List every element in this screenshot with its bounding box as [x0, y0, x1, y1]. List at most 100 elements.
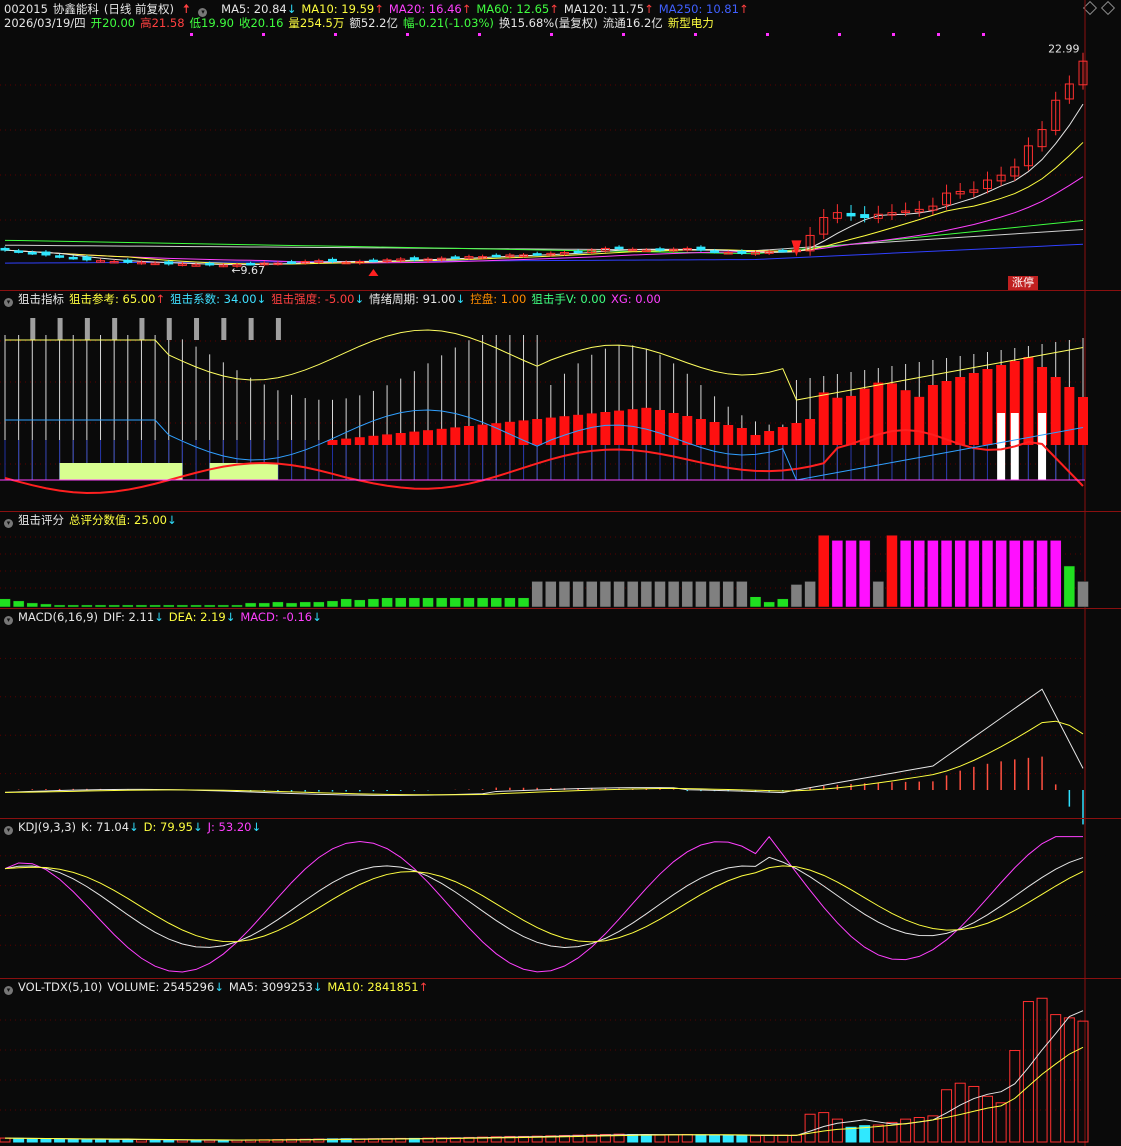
quote-date: 2026/03/19/四: [4, 16, 86, 30]
score-bar: [422, 597, 434, 608]
score-bar: [777, 598, 789, 608]
volume-bar: [668, 1134, 680, 1143]
panel-name[interactable]: KDJ(9,3,3): [18, 820, 76, 834]
score-bar: [12, 600, 25, 608]
arrow-up-icon: ↑: [155, 292, 166, 306]
candle-body: [14, 250, 24, 253]
volume-bar: [81, 1138, 93, 1143]
candle-body: [710, 250, 720, 253]
candle-body: [327, 258, 337, 262]
panel-separator: [0, 608, 1121, 609]
panel-toggle-icon[interactable]: ▾: [4, 616, 13, 625]
sniper-red-bar: [600, 412, 611, 445]
settings-toggle-icon[interactable]: ▾: [198, 2, 212, 17]
panels.sniper.items-legend-item: 情绪周期: 91.00↓: [369, 292, 466, 306]
panel-label-macd: ▾ MACD(6,16,9) DIF: 2.11↓ DEA: 2.19↓ MACD: -…: [4, 610, 332, 625]
sniper-red-bar: [859, 388, 870, 445]
score-bar: [1009, 540, 1021, 608]
score-bar: [913, 540, 926, 608]
volume-bar: [640, 1134, 652, 1143]
sniper-red-bar: [1064, 387, 1075, 445]
volume-bar: [709, 1134, 721, 1143]
score-bar: [435, 597, 448, 608]
panel-toggle-icon[interactable]: ▾: [4, 826, 13, 835]
sniper-red-bar: [682, 416, 693, 445]
arrow-down-icon: ↓: [286, 2, 297, 16]
signal-dot: [478, 33, 481, 36]
quote-volume: 量254.5万: [288, 16, 345, 30]
period-label[interactable]: (日线 前复权): [104, 2, 174, 16]
score-bar: [367, 598, 380, 608]
sniper-red-bar: [586, 413, 597, 445]
sniper-red-bar: [900, 390, 911, 445]
sniper-red-bar: [368, 435, 379, 445]
sniper-green-block: [59, 463, 183, 480]
panel-name[interactable]: VOL-TDX(5,10): [18, 980, 102, 994]
panel-name[interactable]: 狙击指标: [18, 292, 64, 306]
panel-toggle-icon[interactable]: ▾: [4, 298, 13, 307]
candle-body: [409, 257, 419, 261]
score-bar: [667, 581, 680, 608]
panel-toggle-icon[interactable]: ▾: [4, 986, 13, 995]
sniper-red-bar: [914, 396, 925, 445]
signal-dot: [190, 33, 193, 36]
score-bar: [26, 602, 39, 608]
volume-bar: [163, 1139, 175, 1143]
candle-body: [68, 256, 78, 260]
score-bar: [804, 581, 816, 608]
score-bar: [394, 597, 407, 608]
header.ma_items-legend-item: MA60: 12.65↑: [476, 2, 559, 16]
sniper-red-bar: [504, 421, 515, 445]
arrow-down-icon: ↓: [214, 980, 224, 994]
arrow-down-icon: ↓: [312, 610, 322, 624]
score-bar: [108, 604, 120, 608]
ma-legend: MA5: 20.84↓ MA10: 19.59↑ MA20: 16.46↑ MA60:…: [221, 2, 753, 16]
sniper-red-bar: [723, 425, 734, 445]
volume-bar: [900, 1118, 912, 1143]
panels.sniper.items-legend-item: 狙击系数: 34.00↓: [170, 292, 267, 306]
candle-body: [123, 259, 133, 263]
header-row-quote: 2026/03/19/四 开20.00 高21.58 低19.90 收20.16 量254…: [4, 16, 719, 31]
signal-marker-icon: [368, 269, 379, 276]
quote-sector[interactable]: 新型电力: [668, 16, 714, 30]
quote-amount: 额52.2亿: [349, 16, 398, 30]
score-bar: [94, 604, 107, 608]
kdj-d-line: [4, 865, 1084, 943]
stock-name[interactable]: 协鑫能科: [53, 2, 99, 16]
panels.sniper.items-legend-item: 狙击参考: 65.00↑: [69, 292, 166, 306]
volume-bar: [722, 1134, 734, 1143]
arrow-down-icon: ↓: [192, 820, 203, 834]
volume-bar: [681, 1133, 693, 1143]
score-bar: [244, 602, 257, 608]
score-bar: [449, 597, 462, 608]
volume-bar: [0, 1137, 11, 1143]
score-bar: [858, 540, 871, 608]
stock-chart[interactable]: 22.99 ←9.67: [0, 0, 1121, 1146]
score-bar: [504, 597, 516, 608]
header-row-title: 002015 协鑫能科 (日线 前复权) 🠅 ▾ MA5: 20.84↓ MA10: …: [4, 2, 759, 17]
score-bar: [695, 581, 707, 608]
quote-high: 高21.58: [140, 16, 185, 30]
score-bar: [176, 604, 189, 608]
sniper-red-bar: [545, 417, 556, 445]
score-bar: [149, 604, 161, 608]
panel-toggle-icon[interactable]: ▾: [4, 519, 13, 528]
candle-body: [0, 247, 10, 251]
sniper-red-bar: [968, 373, 979, 445]
ma5-line: [4, 103, 1084, 266]
arrow-down-icon: ↓: [225, 610, 236, 624]
score-bar: [558, 581, 571, 608]
panel-name[interactable]: 狙击评分: [18, 513, 64, 527]
score-bar: [708, 581, 721, 608]
volume-bar: [804, 1113, 816, 1143]
sniper-white-bar: [997, 413, 1006, 480]
sniper-red-bar: [654, 410, 665, 445]
score-bar: [354, 599, 366, 608]
panel-name[interactable]: MACD(6,16,9): [18, 610, 98, 624]
panels.macd.items-legend-item: DEA: 2.19↓: [168, 610, 236, 624]
score-bar: [408, 597, 421, 608]
sniper-red-bar: [818, 392, 829, 445]
signal-dot: [550, 33, 553, 36]
volume-bar: [981, 1095, 993, 1143]
sniper-red-bar: [941, 381, 952, 445]
